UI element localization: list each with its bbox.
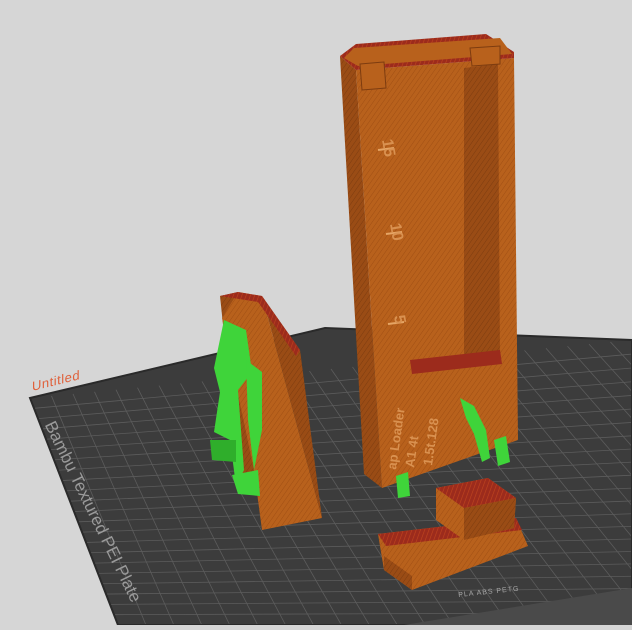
3d-viewport[interactable]: Untitled Bambu Textured PEI Plate PLA AB… bbox=[0, 0, 632, 625]
tall-ruler-part[interactable] bbox=[340, 34, 518, 498]
